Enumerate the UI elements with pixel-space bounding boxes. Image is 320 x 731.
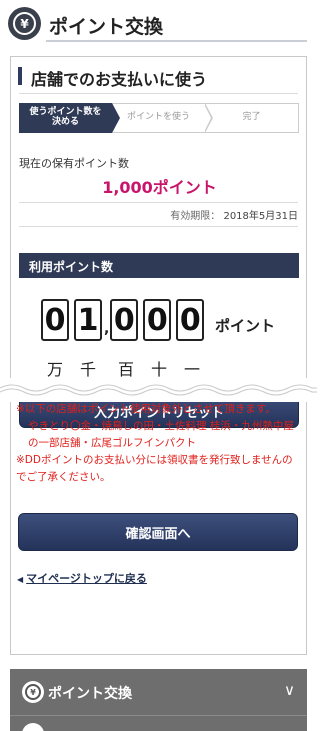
- accordion-label: ポイント交換: [48, 686, 132, 702]
- step-arrow: [112, 103, 120, 133]
- digit-hundreds[interactable]: 0: [110, 299, 139, 341]
- expiry-label: 有効期限：: [170, 211, 221, 222]
- step-2-use-points: ポイントを使う: [112, 103, 213, 133]
- place-label-man: 万: [46, 360, 63, 379]
- place-label-ichi: 一: [183, 360, 200, 379]
- section-divider: [19, 93, 298, 94]
- excluded-stores-notice: ※以下の店舗はポイント使用対象外とさせて頂きます。 やきとり〇金・焼鳥しの田・土…: [16, 401, 302, 486]
- step-indicator: 使うポイント数を 決める ポイントを使う 完了: [19, 103, 299, 133]
- notice-line-1: ※以下の店舗はポイント使用対象外とさせて頂きます。: [16, 403, 276, 415]
- place-label-hyaku: 百: [117, 360, 134, 379]
- receipt-notice: ※DDポイントのお支払い分には領収書を発行致しませんのでご了承ください。: [16, 454, 293, 483]
- use-points-header: 利用ポイント数: [19, 253, 299, 278]
- header-divider: [46, 40, 307, 42]
- back-arrow-icon: ◀: [17, 575, 24, 584]
- expiry-date: 有効期限： 2018年5月31日: [170, 207, 298, 222]
- place-label-sen: 千: [79, 360, 96, 379]
- held-points-value: 1,000ポイント: [102, 178, 217, 197]
- thousands-separator: ,: [104, 321, 110, 337]
- section-title: 店舗でのお支払いに使う: [17, 66, 208, 90]
- place-value-labels: 万 千 百 十 一: [41, 356, 211, 380]
- held-points-label: 現在の保有ポイント数: [19, 157, 129, 170]
- page-header: ¥ ポイント交換: [0, 0, 317, 48]
- step-1-label-line2: 決める: [51, 117, 79, 127]
- expiry-value: 2018年5月31日: [223, 211, 298, 222]
- step-3-label: 完了: [242, 112, 261, 123]
- point-digit-input[interactable]: 0 1 , 0 0 0: [41, 299, 209, 341]
- step-1-decide-points: 使うポイント数を 決める: [19, 103, 120, 133]
- mypage-top-link[interactable]: ◀ マイページトップに戻る: [17, 570, 147, 586]
- digit-tens[interactable]: 0: [143, 299, 172, 341]
- yen-coin-icon: ¥: [22, 681, 44, 703]
- divider: [19, 202, 298, 203]
- chevron-down-icon[interactable]: ∨: [284, 681, 295, 699]
- next-accordion-item[interactable]: [10, 715, 307, 731]
- step-arrow: [204, 103, 213, 133]
- yen-glyph: ¥: [25, 684, 41, 700]
- point-exchange-accordion[interactable]: ¥ ポイント交換 ∨: [10, 669, 307, 715]
- place-label-juu: 十: [150, 360, 167, 379]
- torn-edge-divider: [0, 378, 317, 402]
- mypage-top-link-text[interactable]: マイページトップに戻る: [26, 572, 147, 585]
- digit-thousands[interactable]: 1: [74, 299, 102, 341]
- step-3-complete: 完了: [205, 103, 299, 133]
- digit-ten-thousands[interactable]: 0: [41, 299, 69, 341]
- step-2-label: ポイントを使う: [126, 112, 190, 123]
- confirm-screen-button[interactable]: 確認画面へ: [18, 513, 298, 551]
- yen-coin-logo-icon: ¥: [8, 7, 41, 40]
- excluded-stores-list: やきとり〇金・焼鳥しの田・土佐料理 桂浜・九州熱中屋の一部店舗・広尾ゴルフインパ…: [28, 420, 294, 449]
- divider: [19, 226, 298, 227]
- menu-item-icon: [22, 723, 44, 731]
- digit-ones[interactable]: 0: [176, 299, 205, 341]
- points-unit-label: ポイント: [215, 317, 276, 335]
- page-title: ポイント交換: [49, 16, 164, 38]
- yen-glyph: ¥: [13, 12, 36, 35]
- section-title-text: 店舗でのお支払いに使う: [31, 70, 208, 89]
